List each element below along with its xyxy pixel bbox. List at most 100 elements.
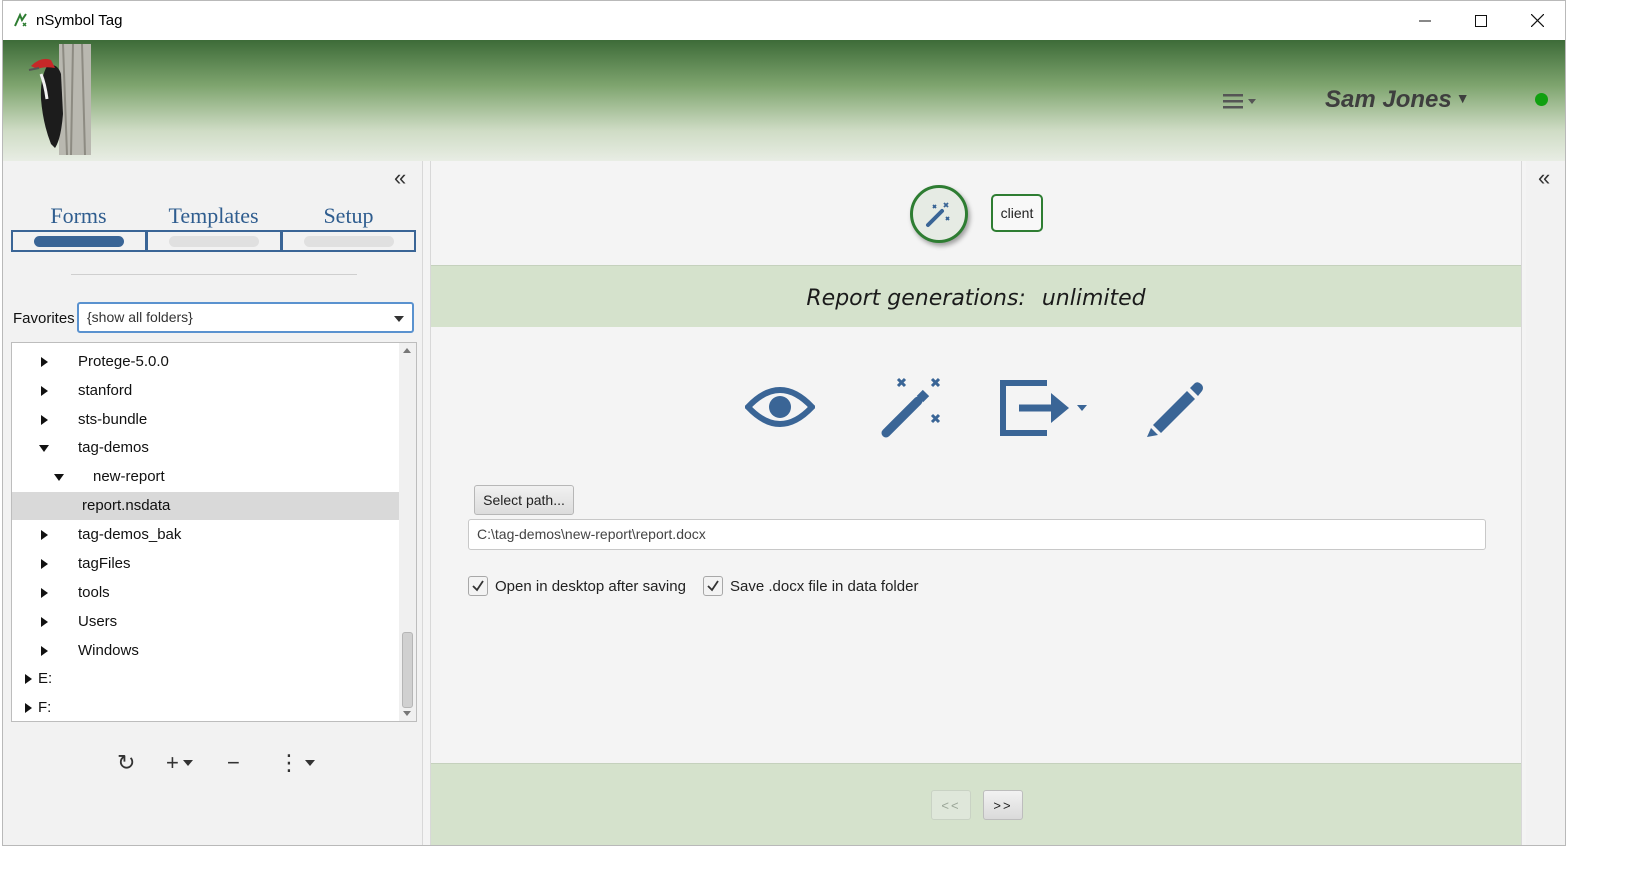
right-panel: « [1526, 161, 1565, 845]
tab-forms-label: Forms [50, 203, 107, 228]
scroll-thumb[interactable] [402, 632, 413, 708]
favorites-value: {show all folders} [87, 309, 193, 325]
tree-toolbar: ↻ + − ⋮ [3, 746, 423, 780]
refresh-icon: ↻ [117, 750, 136, 775]
expand-arrow-icon [25, 674, 32, 684]
expand-arrow-icon [41, 588, 48, 598]
minimize-button[interactable] [1397, 1, 1453, 40]
tree-item[interactable]: F: [12, 694, 399, 721]
tab-forms-indicator [11, 230, 146, 252]
client-badge[interactable]: client [991, 194, 1043, 232]
tab-setup-indicator [281, 230, 416, 252]
checkmark-icon [707, 580, 719, 592]
tab-templates[interactable]: Templates [146, 203, 281, 252]
select-path-button[interactable]: Select path... [474, 485, 574, 515]
tree-item[interactable]: tools [12, 579, 399, 607]
scroll-down-icon[interactable] [403, 711, 411, 716]
refresh-button[interactable]: ↻ [117, 746, 135, 780]
checkbox-label: Save .docx file in data folder [730, 577, 919, 595]
collapse-right-panel-button[interactable]: « [1538, 167, 1550, 189]
app-window: nSymbol Tag Sam Jones ▼ « Forms Template… [2, 0, 1566, 846]
add-button[interactable]: + [166, 746, 194, 780]
user-name: Sam Jones [1325, 86, 1452, 113]
tree-item[interactable]: tag-demos [12, 434, 399, 462]
maximize-icon [1475, 14, 1487, 27]
save-docx-checkbox[interactable]: Save .docx file in data folder [703, 575, 918, 597]
expand-arrow-icon [41, 357, 48, 367]
report-generations-label: Report generations: [806, 286, 1026, 311]
chevron-down-icon [305, 760, 315, 766]
collapse-arrow-icon [39, 445, 49, 452]
export-icon[interactable] [997, 375, 1093, 439]
tab-setup[interactable]: Setup [281, 203, 416, 252]
tree-item-label: tag-demos_bak [78, 526, 182, 543]
app-header: Sam Jones ▼ [3, 40, 1565, 161]
tab-forms[interactable]: Forms [11, 203, 146, 252]
chevron-down-icon [394, 316, 404, 322]
user-menu[interactable]: Sam Jones ▼ [1325, 86, 1470, 114]
chevron-down-icon [182, 760, 193, 766]
left-tabs: Forms Templates Setup [11, 203, 416, 252]
expand-arrow-icon [41, 559, 48, 569]
title-bar: nSymbol Tag [3, 1, 1565, 40]
collapse-arrow-icon [54, 474, 64, 481]
next-button[interactable]: >> [983, 790, 1023, 820]
tree-item[interactable]: stanford [12, 377, 399, 405]
expand-arrow-icon [41, 386, 48, 396]
tree-item-label: Users [78, 613, 118, 630]
scroll-up-icon[interactable] [403, 348, 411, 353]
expand-arrow-icon [25, 703, 32, 713]
generate-mode-button[interactable] [910, 185, 968, 243]
folder-tree[interactable]: Protege-5.0.0 stanford sts-bundle tag-de… [11, 342, 417, 722]
expand-arrow-icon [41, 530, 48, 540]
tree-item-label: Protege-5.0.0 [78, 353, 169, 370]
edit-pencil-icon[interactable] [1143, 375, 1207, 439]
tree-item-label: tagFiles [78, 555, 131, 572]
maximize-button[interactable] [1453, 1, 1509, 40]
tree-item[interactable]: Protege-5.0.0 [12, 348, 399, 376]
tree-item-selected[interactable]: report.nsdata [12, 492, 399, 520]
tree-item[interactable]: Users [12, 608, 399, 636]
favorites-select[interactable]: {show all folders} [77, 302, 414, 333]
report-generations-band: Report generations: unlimited [431, 265, 1521, 327]
app-logo-icon [14, 12, 27, 27]
favorites-label: Favorites [13, 310, 75, 327]
output-path-field[interactable]: C:\tag-demos\new-report\report.docx [468, 519, 1486, 550]
woodpecker-logo [28, 44, 91, 155]
generate-wand-icon[interactable] [878, 375, 948, 439]
tree-item[interactable]: tag-demos_bak [12, 521, 399, 549]
tab-templates-indicator [146, 230, 281, 252]
tree-item-label: sts-bundle [78, 411, 148, 428]
collapse-left-panel-button[interactable]: « [394, 167, 406, 189]
window-title: nSymbol Tag [36, 12, 123, 29]
main-panel: client Report generations: unlimited Sel… [430, 161, 1522, 845]
navigation-band: << >> [431, 763, 1521, 845]
close-button[interactable] [1509, 1, 1565, 40]
connection-status-icon [1535, 93, 1548, 106]
more-options-icon: ⋮ [278, 750, 300, 775]
preview-eye-icon[interactable] [745, 375, 815, 439]
more-options-button[interactable]: ⋮ [278, 746, 316, 780]
tree-item[interactable]: Windows [12, 637, 399, 665]
tree-item-label: new-report [93, 468, 165, 485]
expand-arrow-icon [41, 617, 48, 627]
checkbox-box [703, 576, 723, 596]
tree-item[interactable]: E: [12, 665, 399, 693]
tree-item[interactable]: sts-bundle [12, 406, 399, 434]
report-generations: Report generations: unlimited [431, 286, 1521, 311]
tab-setup-label: Setup [323, 203, 374, 228]
expand-arrow-icon [41, 646, 48, 656]
tree-scrollbar[interactable] [399, 343, 416, 721]
checkbox-label: Open in desktop after saving [495, 577, 686, 595]
tree-item[interactable]: new-report [12, 463, 399, 491]
tree-item-label: tag-demos [78, 439, 149, 456]
tree-item-label: Windows [78, 642, 139, 659]
tree-item-label: F: [38, 699, 52, 716]
tree-item[interactable]: tagFiles [12, 550, 399, 578]
previous-button[interactable]: << [931, 790, 971, 820]
tree-item-label: report.nsdata [82, 497, 171, 514]
add-icon: + [166, 750, 179, 775]
open-in-desktop-checkbox[interactable]: Open in desktop after saving [468, 575, 686, 597]
remove-button[interactable]: − [227, 746, 240, 780]
main-menu-icon[interactable] [1221, 90, 1261, 112]
